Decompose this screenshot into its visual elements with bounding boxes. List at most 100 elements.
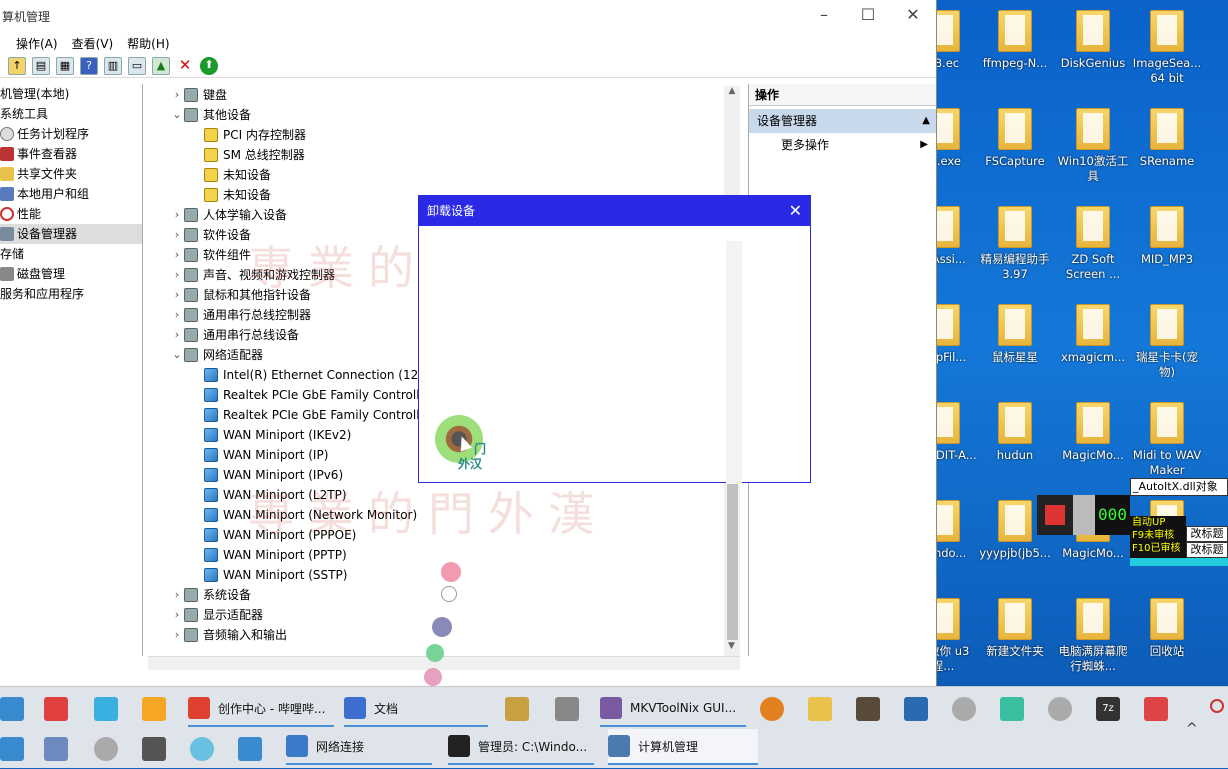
collapsed-arrow-icon[interactable]: › [170, 585, 184, 605]
app-icon-6[interactable] [555, 697, 579, 721]
tree-device-manager[interactable]: 设备管理器 [0, 224, 142, 244]
app-icon-1[interactable] [0, 697, 24, 721]
desktop-icon[interactable]: 精易编程助手3.97 [979, 198, 1051, 282]
device-tree-item[interactable]: PCI 内存控制器 [204, 125, 306, 145]
device-tree-item[interactable]: WAN Miniport (PPTP) [204, 545, 347, 565]
more-actions[interactable]: 更多操作 ▶ [749, 133, 936, 157]
tool-icon[interactable] [1144, 697, 1168, 721]
horizontal-scrollbar[interactable] [148, 656, 740, 670]
device-tree-item[interactable]: › 软件组件 [170, 245, 251, 265]
collapsed-arrow-icon[interactable]: › [170, 285, 184, 305]
rename-title-button-1[interactable]: 改标题 [1186, 526, 1228, 542]
desktop-icon[interactable]: hudun [979, 394, 1051, 463]
desktop-icon[interactable]: SRename [1131, 100, 1203, 169]
tree-shared-folders[interactable]: 共享文件夹 [0, 164, 142, 184]
menu-view[interactable]: 查看(V) [72, 35, 114, 52]
device-tree-item[interactable]: › 键盘 [170, 85, 227, 105]
collapsed-arrow-icon[interactable]: › [170, 85, 184, 105]
device-tree-item[interactable]: WAN Miniport (PPPOE) [204, 525, 356, 545]
device-tree-item[interactable]: ⌄ 其他设备 [170, 105, 251, 125]
desktop-icon[interactable]: ImageSea... 64 bit [1131, 2, 1203, 86]
device-tree-item[interactable]: › 音频输入和输出 [170, 625, 287, 645]
desktop-icon[interactable]: 绿鸟 DIT-A... [937, 394, 979, 463]
collapsed-arrow-icon[interactable]: › [170, 225, 184, 245]
uninstall-device-icon[interactable]: ✕ [176, 56, 194, 75]
app-icon-2[interactable] [44, 697, 68, 721]
app-icon-3[interactable] [94, 697, 118, 721]
tree-task-scheduler[interactable]: 任务计划程序 [0, 124, 142, 144]
taskbar-button[interactable]: MKVToolNix GUI... [600, 691, 746, 727]
desktop-icon[interactable]: Midi to WAV Maker [1131, 394, 1203, 478]
collapsed-arrow-icon[interactable]: › [170, 625, 184, 645]
collapsed-arrow-icon[interactable]: › [170, 245, 184, 265]
help-icon[interactable]: ? [80, 56, 98, 75]
tree-root[interactable]: 机管理(本地) [0, 84, 142, 104]
search-tool-icon[interactable] [760, 697, 784, 721]
device-tree-item[interactable]: 未知设备 [204, 165, 271, 185]
tree-event-viewer[interactable]: 事件查看器 [0, 144, 142, 164]
desktop-icon[interactable]: 电脑满屏幕爬行蜘蛛... [1057, 590, 1129, 674]
device-tree-item[interactable]: ⌄ 网络适配器 [170, 345, 263, 365]
update-driver-icon[interactable]: ▲ [152, 56, 170, 75]
desktop-icon[interactable]: etAssi... [937, 198, 979, 267]
desktop-icon[interactable]: MID_MP3 [1131, 198, 1203, 267]
desktop-icon[interactable]: xmagicm... [1057, 296, 1129, 365]
device-tree-item[interactable]: WAN Miniport (SSTP) [204, 565, 347, 585]
device-tree-item[interactable]: 未知设备 [204, 185, 271, 205]
expanded-arrow-icon[interactable]: ⌄ [170, 345, 184, 365]
device-tree-item[interactable]: › 通用串行总线控制器 [170, 305, 311, 325]
feather-icon[interactable] [238, 737, 262, 761]
calendar-icon[interactable] [142, 737, 166, 761]
device-tree-item[interactable]: › 显示适配器 [170, 605, 263, 625]
collapsed-arrow-icon[interactable]: › [170, 325, 184, 345]
menu-help[interactable]: 帮助(H) [127, 35, 169, 52]
tree-system-tools[interactable]: 系统工具 [0, 104, 142, 124]
7zip-icon[interactable]: 7z [1096, 697, 1120, 721]
tree-disk-management[interactable]: 磁盘管理 [0, 264, 142, 284]
desktop-icon[interactable]: 新建文件夹 [979, 590, 1051, 659]
collapsed-arrow-icon[interactable]: › [170, 305, 184, 325]
device-tree-item[interactable]: WAN Miniport (IP) [204, 445, 328, 465]
tree-storage[interactable]: 存储 [0, 244, 142, 264]
desktop-icon[interactable]: Windo... [937, 492, 979, 561]
device-tree-item[interactable]: WAN Miniport (IPv6) [204, 465, 343, 485]
folder-up-icon[interactable]: ↑ [8, 56, 26, 75]
eject-2-icon[interactable] [1048, 697, 1072, 721]
device-tree-item[interactable]: › 声音、视频和游戏控制器 [170, 265, 335, 285]
taskbar-button[interactable]: 管理员: C:\Windo... [448, 729, 594, 765]
desktop-icon[interactable]: MagicMo... [1057, 394, 1129, 463]
taskbar-button[interactable]: 网络连接 [286, 729, 432, 765]
taskbar-button[interactable]: 计算机管理 [608, 729, 758, 765]
scroll-up-icon[interactable]: ▲ [724, 86, 740, 96]
menu-action[interactable]: 操作(A) [16, 35, 58, 52]
desktop-icon[interactable]: ZD Soft Screen ... [1057, 198, 1129, 282]
close-button[interactable]: ✕ [890, 0, 936, 32]
desktop-icon[interactable]: Win10激活工具 [1057, 100, 1129, 184]
dialog-scrollbar[interactable] [726, 241, 742, 484]
device-tree-item[interactable]: WAN Miniport (L2TP) [204, 485, 347, 505]
device-tree-item[interactable]: SM 总线控制器 [204, 145, 305, 165]
desktop-icon[interactable]: FSCapture [979, 100, 1051, 169]
device-tree-item[interactable]: WAN Miniport (IKEv2) [204, 425, 351, 445]
desktop-icon[interactable]: V8.ec [937, 2, 979, 71]
window-titlebar[interactable]: 算机管理 [0, 0, 936, 32]
collapse-icon[interactable]: ▲ [922, 109, 930, 133]
expanded-arrow-icon[interactable]: ⌄ [170, 105, 184, 125]
tree-local-users[interactable]: 本地用户和组 [0, 184, 142, 204]
scroll-down-icon[interactable]: ▼ [728, 641, 735, 651]
rename-title-button-2[interactable]: 改标题 [1186, 542, 1228, 558]
folder-icon[interactable] [808, 697, 832, 721]
device-tree-item[interactable]: › 软件设备 [170, 225, 251, 245]
view-icon[interactable]: ▥ [104, 56, 122, 75]
collapsed-arrow-icon[interactable]: › [170, 265, 184, 285]
eject-icon[interactable] [952, 697, 976, 721]
actions-device-manager[interactable]: 设备管理器 ▲ [749, 109, 936, 133]
desktop-icon[interactable]: 瑞星卡卡(宠物) [1131, 296, 1203, 380]
record-icon[interactable] [1210, 699, 1224, 713]
app-icon-10[interactable] [190, 737, 214, 761]
device-tree-item[interactable]: › 人体学输入设备 [170, 205, 287, 225]
app-icon-4[interactable] [142, 697, 166, 721]
person-icon[interactable] [904, 697, 928, 721]
desktop-icon[interactable]: ffmpeg-N... [979, 2, 1051, 71]
film-icon[interactable] [856, 697, 880, 721]
